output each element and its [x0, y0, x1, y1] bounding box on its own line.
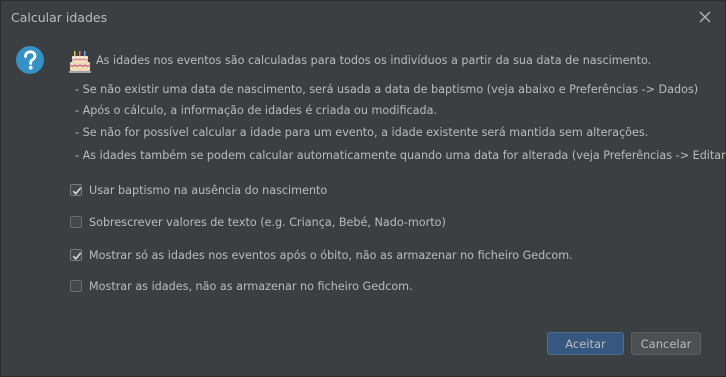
question-icon: [15, 45, 45, 75]
cancel-button[interactable]: Cancelar: [631, 332, 701, 355]
show-after-death-checkbox[interactable]: [70, 249, 82, 261]
dialog-title: Calcular idades: [11, 10, 108, 25]
calculate-ages-dialog: Calcular idades As idades nos eventos sã…: [0, 0, 726, 377]
show-not-store-label: Mostrar as idades, não as armazenar no f…: [89, 279, 413, 293]
birthday-cake-icon: [69, 50, 91, 74]
info-line-existing-age: - Se não for possível calcular a idade p…: [75, 126, 649, 139]
overwrite-text-checkbox[interactable]: [70, 216, 82, 228]
option-overwrite-text[interactable]: Sobrescrever valores de texto (e.g. Cria…: [70, 213, 446, 231]
option-use-baptism[interactable]: Usar baptismo na ausência do nascimento: [70, 181, 327, 199]
option-show-not-store[interactable]: Mostrar as idades, não as armazenar no f…: [70, 277, 413, 295]
close-icon[interactable]: [697, 9, 713, 25]
info-line-calculation: - Após o cálculo, a informação de idades…: [75, 104, 438, 117]
title-bar: Calcular idades: [1, 1, 725, 35]
intro-text: As idades nos eventos são calculadas par…: [96, 54, 652, 67]
info-line-baptism: - Se não existir uma data de nascimento,…: [75, 83, 699, 96]
info-line-automatic: - As idades também se podem calcular aut…: [75, 149, 726, 162]
show-not-store-checkbox[interactable]: [70, 280, 82, 292]
use-baptism-label: Usar baptismo na ausência do nascimento: [89, 183, 328, 197]
overwrite-text-label: Sobrescrever valores de texto (e.g. Cria…: [89, 215, 446, 229]
option-show-after-death[interactable]: Mostrar só as idades nos eventos após o …: [70, 246, 573, 264]
show-after-death-label: Mostrar só as idades nos eventos após o …: [89, 248, 573, 262]
ok-button[interactable]: Aceitar: [547, 332, 624, 355]
use-baptism-checkbox[interactable]: [70, 184, 82, 196]
